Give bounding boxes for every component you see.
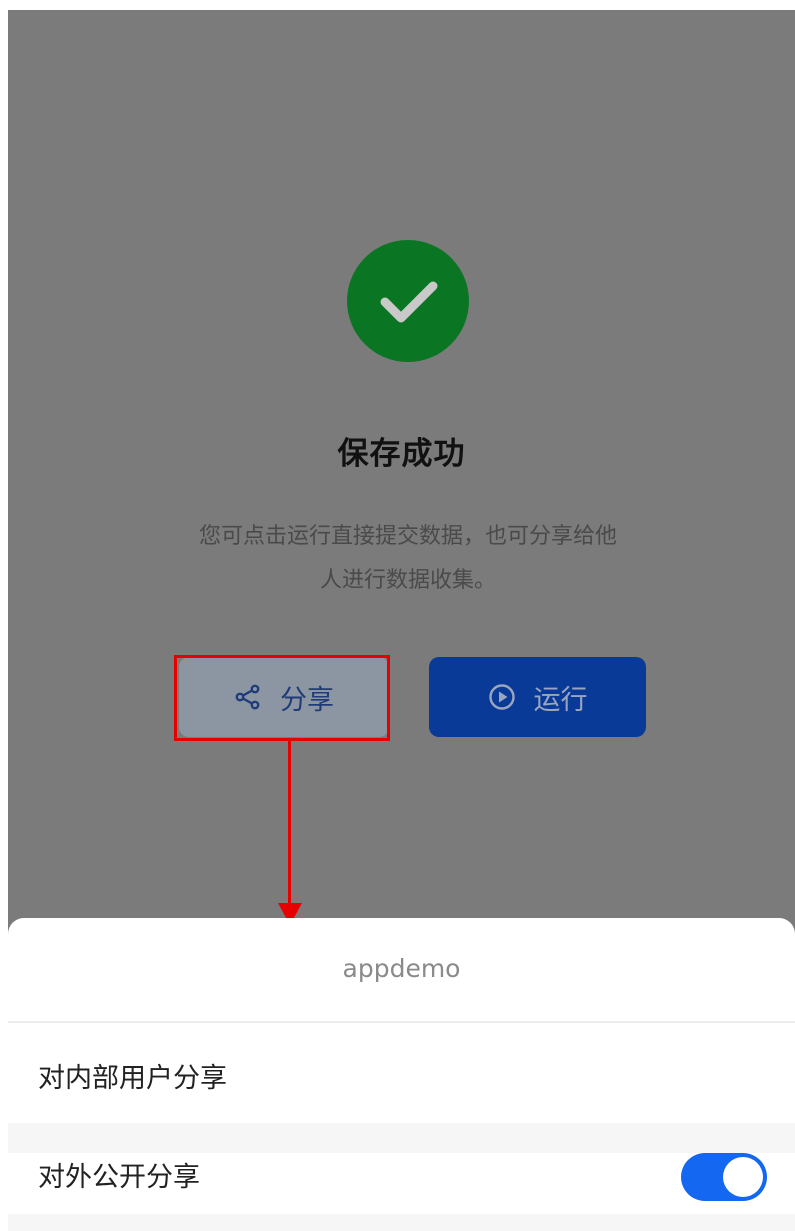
sheet-title: appdemo <box>342 954 461 983</box>
section-gap <box>8 1123 795 1153</box>
share-public-label: 对外公开分享 <box>38 1162 200 1193</box>
result-title: 保存成功 <box>337 436 466 472</box>
share-internal-label: 对内部用户分享 <box>38 1063 227 1094</box>
screen-overlay: 保存成功 您可点击运行直接提交数据，也可分享给他 人进行数据收集。 分享 运行 … <box>8 10 795 1231</box>
toggle-knob <box>723 1157 763 1197</box>
success-check-icon <box>347 240 469 362</box>
share-icon <box>235 684 260 710</box>
run-button[interactable]: 运行 <box>429 657 646 737</box>
share-button[interactable]: 分享 <box>179 657 389 737</box>
public-share-toggle[interactable] <box>681 1153 767 1201</box>
share-bottom-sheet: appdemo 对内部用户分享 对外公开分享 <box>8 918 795 1231</box>
run-label: 运行 <box>533 684 588 716</box>
play-circle-icon <box>488 684 515 710</box>
description-line-2: 人进行数据收集。 <box>319 568 496 593</box>
share-internal-option[interactable]: 对内部用户分享 <box>8 1023 795 1123</box>
result-description: 您可点击运行直接提交数据，也可分享给他 人进行数据收集。 <box>138 515 678 603</box>
description-line-1: 您可点击运行直接提交数据，也可分享给他 <box>198 524 617 549</box>
annotation-arrow-line <box>288 741 291 904</box>
share-public-option: 对外公开分享 <box>8 1153 795 1216</box>
share-label: 分享 <box>280 684 334 716</box>
section-gap-bottom <box>8 1214 795 1231</box>
